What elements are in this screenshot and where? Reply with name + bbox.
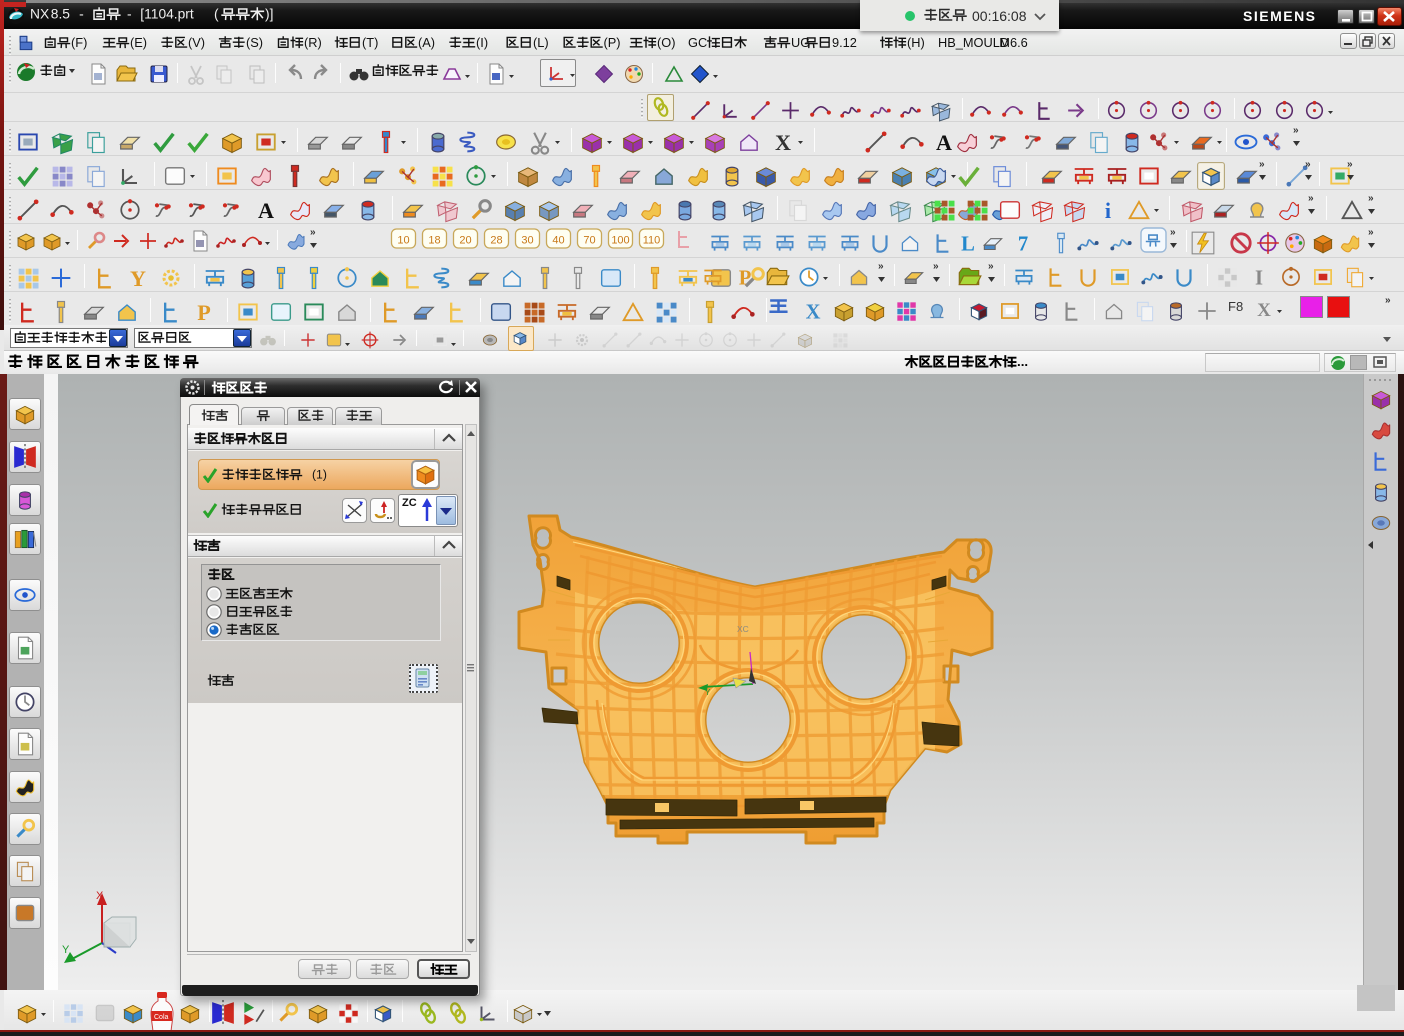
svg-text:A: A: [936, 130, 952, 155]
svg-text:P: P: [197, 300, 211, 325]
svg-text:70: 70: [583, 235, 595, 247]
svg-text:...: ...: [1017, 354, 1028, 369]
svg-text:(1): (1): [312, 467, 327, 481]
svg-text:110: 110: [643, 235, 661, 247]
svg-text:(E): (E): [130, 35, 147, 50]
svg-text:(S): (S): [246, 35, 263, 50]
svg-text:(F): (F): [71, 35, 87, 50]
svg-text:(A): (A): [418, 35, 435, 50]
svg-text:XC: XC: [737, 624, 749, 634]
svg-text:L: L: [961, 234, 975, 256]
svg-text:(H): (H): [907, 35, 925, 50]
svg-text:GC: GC: [688, 35, 707, 50]
svg-text:NX: NX: [30, 7, 49, 22]
svg-text:I: I: [1255, 268, 1263, 290]
svg-text:(T): (T): [362, 35, 378, 50]
svg-text:40: 40: [552, 235, 564, 247]
svg-text:)]: )]: [265, 7, 273, 22]
svg-text:X: X: [1257, 300, 1271, 321]
svg-text:(I): (I): [476, 35, 488, 50]
svg-text:20: 20: [459, 235, 471, 247]
svg-text:(V): (V): [188, 35, 205, 50]
svg-text:P: P: [739, 268, 752, 290]
svg-text:M6.6: M6.6: [999, 35, 1027, 50]
svg-text:A: A: [258, 198, 274, 223]
svg-text:Y: Y: [705, 688, 711, 697]
svg-text:(O): (O): [657, 35, 675, 50]
svg-text:18: 18: [428, 235, 440, 247]
svg-text:[1104.prt: [1104.prt: [140, 7, 194, 22]
svg-text:(L): (L): [533, 35, 549, 50]
svg-text:(: (: [214, 7, 219, 22]
svg-text:(R): (R): [304, 35, 322, 50]
svg-text:30: 30: [521, 235, 533, 247]
svg-text:28: 28: [490, 235, 502, 247]
svg-text:10: 10: [397, 235, 409, 247]
svg-text:-: -: [127, 7, 132, 22]
svg-text:X: X: [96, 890, 104, 902]
svg-text:7: 7: [1018, 234, 1028, 256]
svg-text:8.5: 8.5: [51, 7, 71, 22]
svg-text:(P): (P): [604, 35, 621, 50]
svg-text:9.12: 9.12: [832, 35, 857, 50]
svg-text:X: X: [775, 130, 791, 155]
svg-text:-: -: [79, 7, 84, 22]
svg-text:Cola: Cola: [154, 1014, 169, 1021]
svg-text:100: 100: [611, 235, 629, 247]
svg-text:X: X: [806, 302, 821, 324]
svg-text:Y: Y: [130, 266, 146, 291]
svg-text:Y: Y: [62, 944, 70, 956]
svg-text:i: i: [1105, 198, 1111, 223]
